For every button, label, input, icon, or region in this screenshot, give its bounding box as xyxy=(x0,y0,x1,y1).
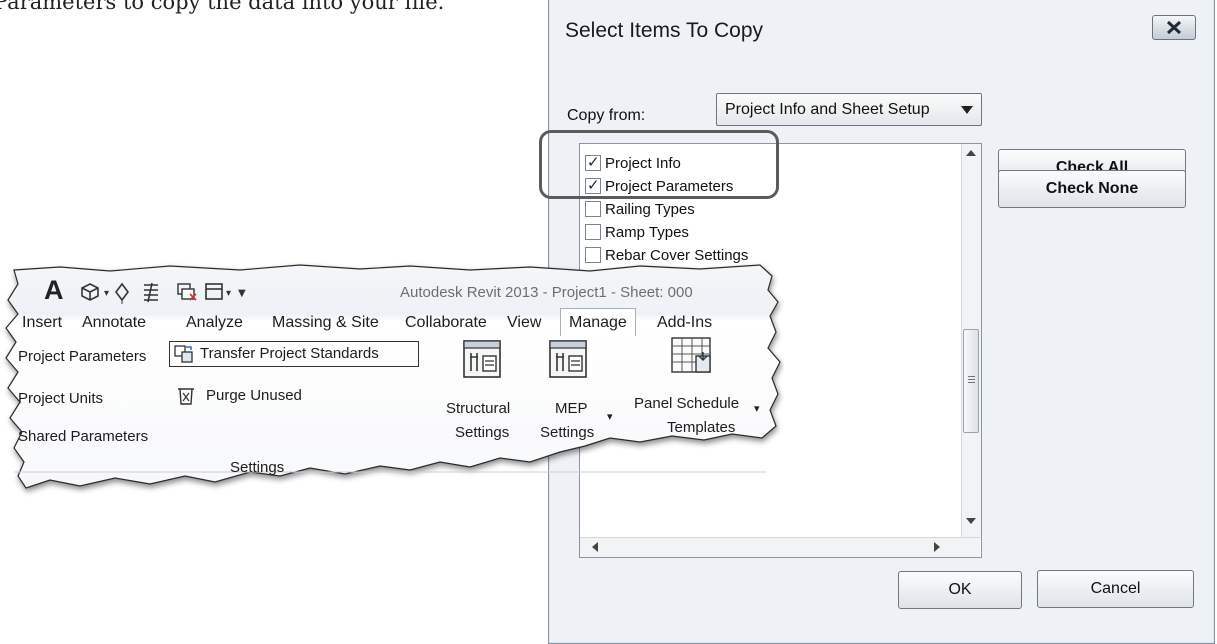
settings-panel-caption: Settings xyxy=(230,459,285,476)
purge-unused-command[interactable]: Purge Unused xyxy=(206,387,302,404)
svg-text:▾: ▾ xyxy=(226,288,231,299)
mep-dropdown-icon[interactable]: ▾ xyxy=(607,410,613,423)
tab-add-ins[interactable]: Add-Ins xyxy=(657,314,712,332)
tab-analyze[interactable]: Analyze xyxy=(186,314,243,332)
tab-annotate[interactable]: Annotate xyxy=(82,314,146,332)
copy-from-label: Copy from: xyxy=(567,107,646,124)
tab-view[interactable]: View xyxy=(507,314,541,332)
app-title: Autodesk Revit 2013 - Project1 - Sheet: … xyxy=(400,284,693,301)
structural-settings-line2[interactable]: Settings xyxy=(455,424,509,441)
close-icon xyxy=(1166,20,1182,35)
quick-access-toolbar: ▾ ▾ ▼ xyxy=(81,282,246,304)
project-units-command[interactable]: Project Units xyxy=(18,390,103,407)
panel-schedule-line2[interactable]: Templates xyxy=(667,419,735,436)
purge-unused-icon xyxy=(178,388,194,405)
item-label: Railing Types xyxy=(605,200,695,218)
svg-text:▾: ▾ xyxy=(104,288,109,299)
cancel-button[interactable]: Cancel xyxy=(1037,570,1194,608)
list-item[interactable]: Project Parameters xyxy=(585,175,733,197)
transfer-standards-icon xyxy=(174,345,193,363)
close-button[interactable] xyxy=(1152,15,1196,40)
close-inactive-views-icon xyxy=(177,283,197,301)
checkbox-ramp-types[interactable] xyxy=(585,224,601,240)
check-none-button[interactable]: Check None xyxy=(998,170,1186,208)
scroll-left-icon[interactable] xyxy=(592,542,598,552)
scroll-thumb[interactable] xyxy=(963,329,979,433)
panel-schedule-line1[interactable]: Panel Schedule xyxy=(634,395,739,412)
mep-settings-line1[interactable]: MEP xyxy=(555,400,588,417)
ribbon: A ▾ ▾ ▼ Autodesk Revit 2013 - Project1 -… xyxy=(0,262,784,522)
tab-massing-site[interactable]: Massing & Site xyxy=(272,314,379,332)
checkbox-project-info[interactable] xyxy=(585,153,601,171)
3d-view-icon xyxy=(81,283,99,301)
mep-settings-icon xyxy=(549,340,587,378)
mep-settings-line2[interactable]: Settings xyxy=(540,424,594,441)
item-label: Ramp Types xyxy=(605,223,689,241)
vertical-scrollbar[interactable] xyxy=(961,144,981,540)
structural-settings-line1[interactable]: Structural xyxy=(446,400,510,417)
svg-text:▼: ▼ xyxy=(238,288,246,299)
dropdown-arrow-icon xyxy=(961,106,973,114)
grip-icon xyxy=(968,376,975,377)
item-label: Rebar Cover Settings xyxy=(605,246,749,264)
pin-icon xyxy=(115,282,129,304)
scroll-right-icon[interactable] xyxy=(934,542,940,552)
list-item[interactable]: Railing Types xyxy=(585,198,695,220)
ok-button[interactable]: OK xyxy=(898,571,1022,609)
revit-ribbon-excerpt: A ▾ ▾ ▼ Autodesk Revit 2013 - Project1 -… xyxy=(0,262,784,522)
shared-parameters-command[interactable]: Shared Parameters xyxy=(18,428,148,445)
panel-schedule-templates-icon xyxy=(671,337,711,373)
structural-settings-icon xyxy=(463,340,501,378)
project-parameters-command[interactable]: Project Parameters xyxy=(18,348,146,365)
tab-manage[interactable]: Manage xyxy=(560,308,636,336)
dialog-title: Select Items To Copy xyxy=(565,19,764,42)
horizontal-scrollbar[interactable] xyxy=(580,537,980,557)
item-label: Project Parameters xyxy=(605,177,734,195)
switch-windows-icon xyxy=(205,283,223,300)
list-item[interactable]: Project Info xyxy=(585,152,681,174)
tab-insert[interactable]: Insert xyxy=(22,314,62,332)
list-item[interactable]: Ramp Types xyxy=(585,221,689,243)
panel-schedule-dropdown-icon[interactable]: ▾ xyxy=(754,402,760,415)
tag-list-icon xyxy=(144,282,158,303)
checkbox-rebar-cover-settings[interactable] xyxy=(585,247,601,263)
item-label: Project Info xyxy=(605,154,681,172)
document-intro-text: Parameters to copy the data into your fi… xyxy=(0,0,445,14)
tab-collaborate[interactable]: Collaborate xyxy=(405,314,487,332)
transfer-project-standards-button[interactable]: Transfer Project Standards xyxy=(169,341,419,367)
checkbox-project-parameters[interactable] xyxy=(585,176,601,194)
checkbox-railing-types[interactable] xyxy=(585,201,601,217)
qat-text-button[interactable]: A xyxy=(44,275,64,306)
scroll-up-icon[interactable] xyxy=(966,150,976,156)
copy-from-value: Project Info and Sheet Setup xyxy=(725,101,930,118)
copy-from-dropdown[interactable]: Project Info and Sheet Setup xyxy=(716,93,982,126)
scroll-down-icon[interactable] xyxy=(966,518,976,524)
transfer-standards-label: Transfer Project Standards xyxy=(200,345,379,362)
